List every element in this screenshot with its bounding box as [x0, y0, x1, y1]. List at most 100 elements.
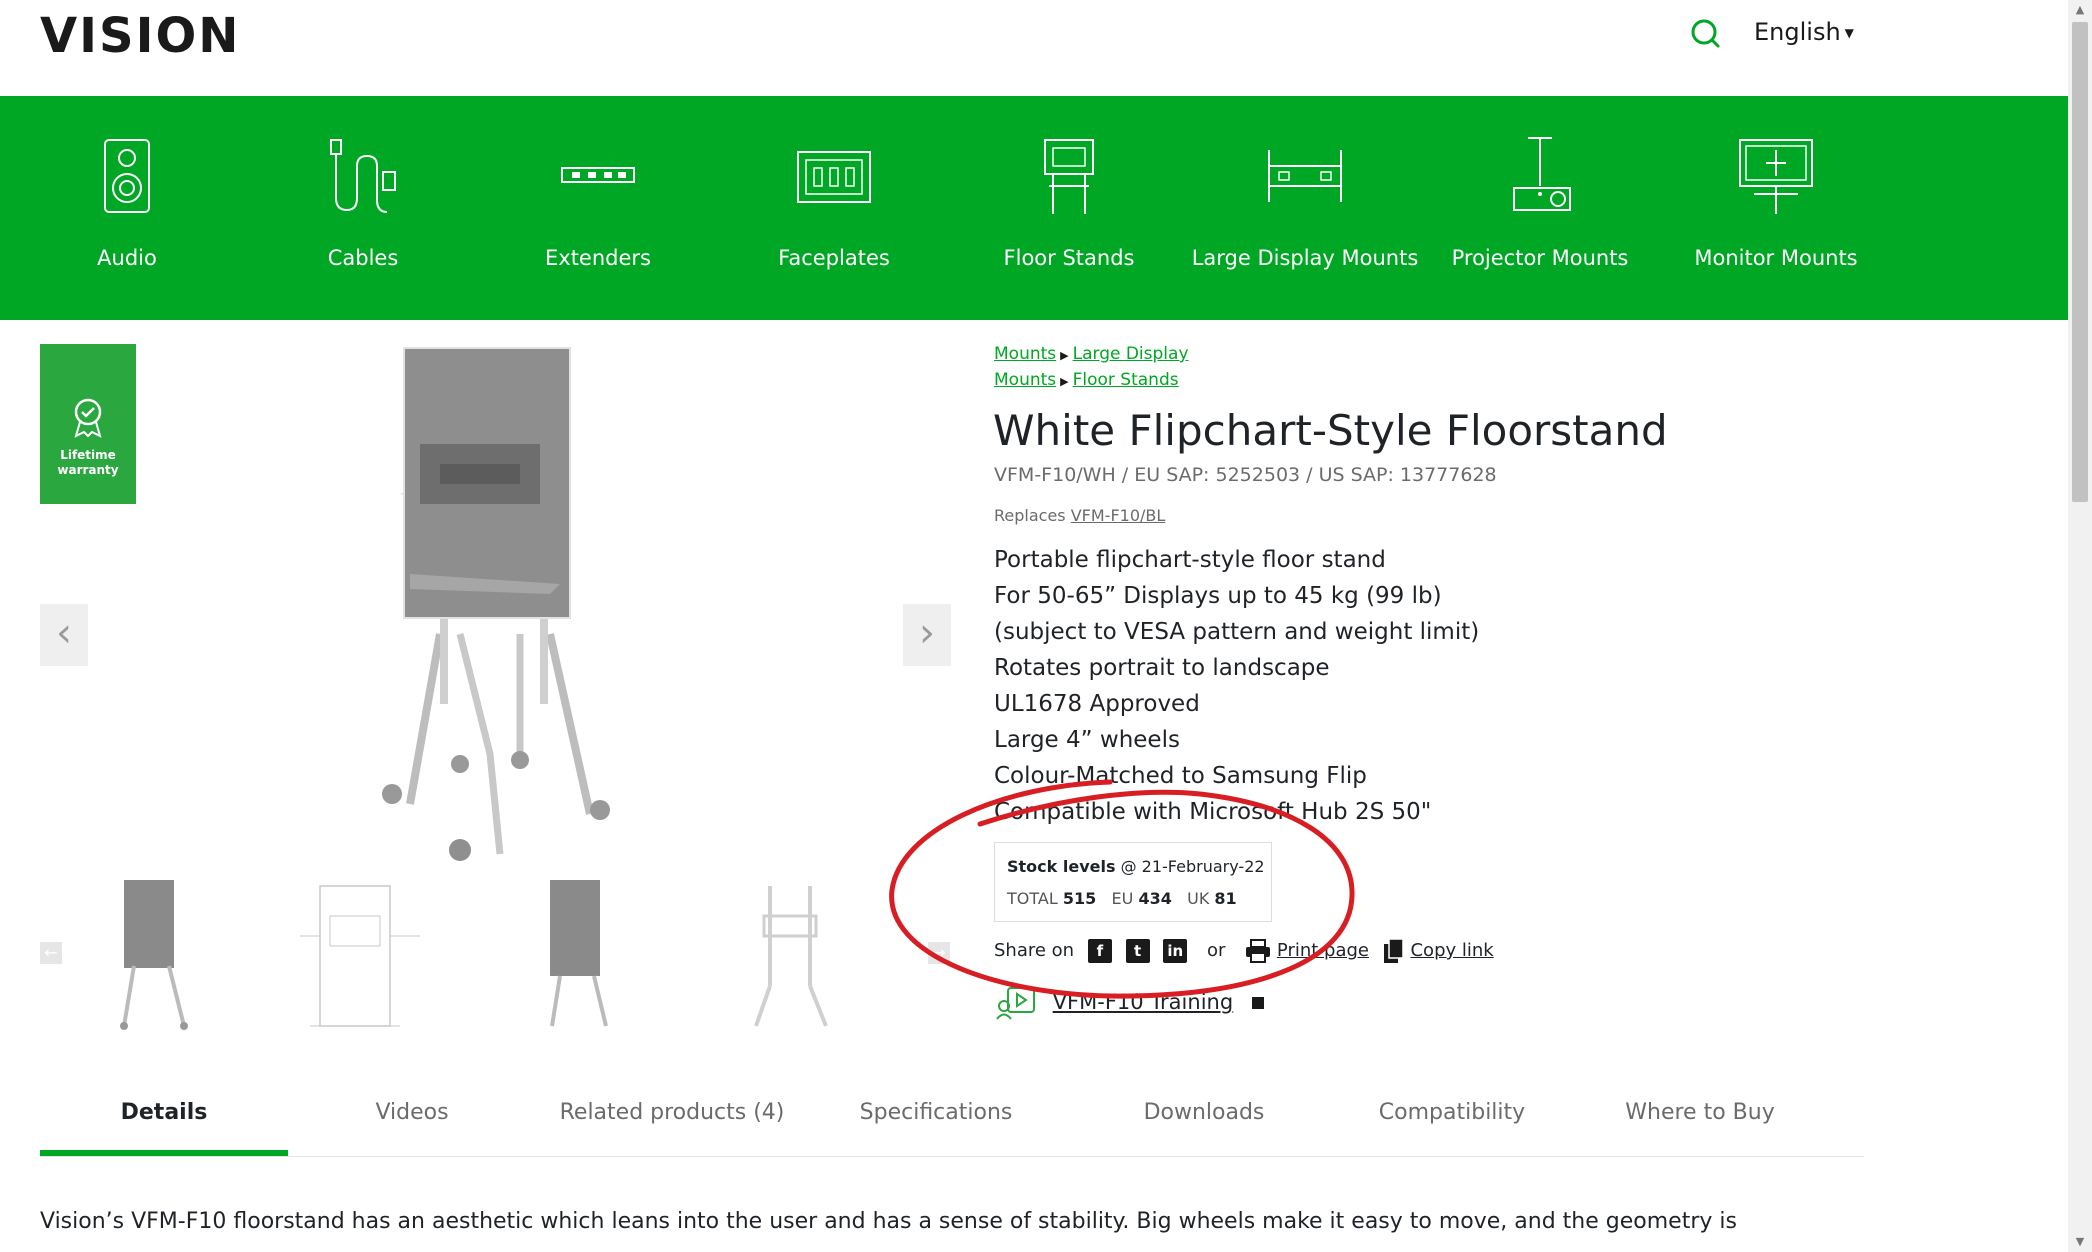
- copy-link[interactable]: Copy link: [1410, 940, 1493, 961]
- scroll-down-arrow-icon[interactable]: ▼: [2068, 1232, 2092, 1252]
- category-audio[interactable]: Audio: [9, 96, 245, 320]
- share-or: or: [1207, 940, 1226, 961]
- tab-specifications[interactable]: Specifications: [812, 1080, 1060, 1156]
- gallery-next-button[interactable]: ›: [903, 604, 951, 666]
- category-cables[interactable]: Cables: [245, 96, 481, 320]
- projector-mount-icon: [1513, 137, 1571, 211]
- scrollbar-thumb[interactable]: [2072, 22, 2088, 502]
- page-scrollbar[interactable]: ▲ ▼: [2068, 0, 2092, 1252]
- category-label: Monitor Mounts: [1694, 246, 1858, 270]
- stock-label: Stock levels: [1007, 857, 1116, 876]
- category-projector-mounts[interactable]: Projector Mounts: [1422, 96, 1658, 320]
- tab-compatibility[interactable]: Compatibility: [1328, 1080, 1576, 1156]
- facebook-icon[interactable]: f: [1087, 939, 1112, 963]
- search-icon[interactable]: [1690, 18, 1722, 50]
- product-description: Vision’s VFM-F10 floorstand has an aesth…: [40, 1209, 1737, 1234]
- feature-item: Rotates portrait to landscape: [994, 655, 1330, 681]
- stock-values: TOTAL 515 EU 434 UK 81: [1007, 889, 1237, 908]
- large-display-mount-icon: [1268, 150, 1342, 202]
- product-codes: VFM-F10/WH / EU SAP: 5252503 / US SAP: 1…: [994, 464, 1497, 486]
- breadcrumb-link[interactable]: Mounts: [994, 344, 1056, 364]
- badge-line-1: Lifetime: [60, 448, 116, 462]
- thumbnail-prev-button[interactable]: ←: [40, 942, 62, 964]
- arrow-left-icon: ←: [44, 943, 58, 962]
- category-nav: Audio Cables Extenders Faceplates Floor …: [0, 96, 2068, 320]
- feature-item: Portable flipchart-style floor stand: [994, 547, 1386, 573]
- chevron-left-icon: ‹: [56, 610, 72, 656]
- stock-levels-box: Stock levels @ 21-February-22 TOTAL 515 …: [994, 842, 1272, 922]
- category-large-display-mounts[interactable]: Large Display Mounts: [1187, 96, 1423, 320]
- breadcrumb-row: Mounts ▶ Large Display: [994, 342, 1189, 368]
- category-monitor-mounts[interactable]: Monitor Mounts: [1658, 96, 1894, 320]
- category-extenders[interactable]: Extenders: [480, 96, 716, 320]
- category-label: Floor Stands: [1003, 246, 1135, 270]
- video-training-icon: [996, 987, 1035, 1020]
- thumbnail-2[interactable]: [290, 876, 430, 1036]
- tab-downloads[interactable]: Downloads: [1080, 1080, 1328, 1156]
- scroll-up-arrow-icon[interactable]: ▲: [2068, 0, 2092, 20]
- thumbnail-next-button[interactable]: →: [928, 942, 950, 964]
- replaces-info: Replaces VFM-F10/BL: [994, 506, 1165, 525]
- thumbnail-3[interactable]: [510, 876, 650, 1036]
- breadcrumb-link[interactable]: Mounts: [994, 370, 1056, 390]
- caret-right-icon: ▶: [1060, 375, 1069, 388]
- faceplate-icon: [797, 151, 871, 203]
- breadcrumb-link[interactable]: Large Display: [1073, 344, 1189, 364]
- stock-uk-label: UK: [1187, 889, 1210, 908]
- tab-related-products[interactable]: Related products (4): [536, 1080, 808, 1156]
- tab-where-to-buy[interactable]: Where to Buy: [1576, 1080, 1824, 1156]
- chevron-down-icon: ▼: [1844, 26, 1854, 40]
- feature-item: UL1678 Approved: [994, 691, 1200, 717]
- site-header: VISION English ▼: [0, 0, 2068, 96]
- extender-icon: [561, 167, 635, 183]
- lifetime-warranty-badge: Lifetime warranty: [40, 344, 136, 504]
- feature-item: Colour-Matched to Samsung Flip: [994, 763, 1367, 789]
- training-link[interactable]: VFM-F10 Training: [1053, 990, 1233, 1014]
- cable-icon: [330, 139, 396, 213]
- chevron-right-icon: ›: [919, 610, 935, 656]
- feature-list: Portable flipchart-style floor stand For…: [994, 542, 1479, 830]
- linkedin-icon[interactable]: in: [1163, 939, 1188, 963]
- breadcrumb-link[interactable]: Floor Stands: [1073, 370, 1179, 390]
- feature-item: (subject to VESA pattern and weight limi…: [994, 619, 1480, 645]
- category-label: Faceplates: [778, 246, 890, 270]
- print-page-link[interactable]: Print page: [1277, 940, 1369, 961]
- breadcrumb: Mounts ▶ Large Display Mounts ▶ Floor Stands: [994, 342, 1189, 394]
- category-floor-stands[interactable]: Floor Stands: [951, 96, 1187, 320]
- stock-eu: 434: [1138, 889, 1172, 908]
- printer-icon[interactable]: [1245, 939, 1271, 963]
- gallery-prev-button[interactable]: ‹: [40, 604, 88, 666]
- copy-icon[interactable]: [1383, 938, 1405, 964]
- speaker-icon: [104, 139, 150, 213]
- breadcrumb-row: Mounts ▶ Floor Stands: [994, 368, 1189, 394]
- stock-header: Stock levels @ 21-February-22: [1007, 857, 1265, 876]
- training-link-row[interactable]: VFM-F10 Training: [996, 986, 1264, 1020]
- tab-details[interactable]: Details: [40, 1080, 288, 1156]
- thumbnail-1[interactable]: [84, 876, 224, 1036]
- product-main-image[interactable]: [370, 344, 630, 874]
- twitter-icon[interactable]: t: [1125, 939, 1150, 963]
- category-label: Projector Mounts: [1451, 246, 1629, 270]
- stock-total: 515: [1062, 889, 1097, 908]
- category-label: Large Display Mounts: [1191, 246, 1419, 270]
- share-label: Share on: [994, 940, 1075, 961]
- tab-videos[interactable]: Videos: [288, 1080, 536, 1156]
- feature-item: Large 4” wheels: [994, 727, 1180, 753]
- share-bar: Share on f t in or Print page Copy link: [994, 938, 1494, 964]
- award-ribbon-icon: [74, 398, 102, 438]
- language-label: English: [1754, 18, 1841, 46]
- stock-eu-label: EU: [1111, 889, 1134, 908]
- external-link-icon: [1251, 997, 1264, 1009]
- category-faceplates[interactable]: Faceplates: [716, 96, 952, 320]
- vision-logo[interactable]: VISION: [40, 8, 240, 64]
- badge-text: Lifetime warranty: [40, 448, 136, 478]
- language-selector[interactable]: English ▼: [1754, 18, 1854, 46]
- category-label: Cables: [327, 246, 399, 270]
- stock-date: @ 21-February-22: [1120, 857, 1265, 876]
- product-tabs: Details Videos Related products (4) Spec…: [40, 1080, 1864, 1157]
- replaces-link[interactable]: VFM-F10/BL: [1071, 506, 1166, 525]
- thumbnail-4[interactable]: [720, 876, 860, 1036]
- stock-uk: 81: [1214, 889, 1237, 908]
- category-label: Extenders: [545, 246, 651, 270]
- monitor-mount-icon: [1739, 139, 1813, 214]
